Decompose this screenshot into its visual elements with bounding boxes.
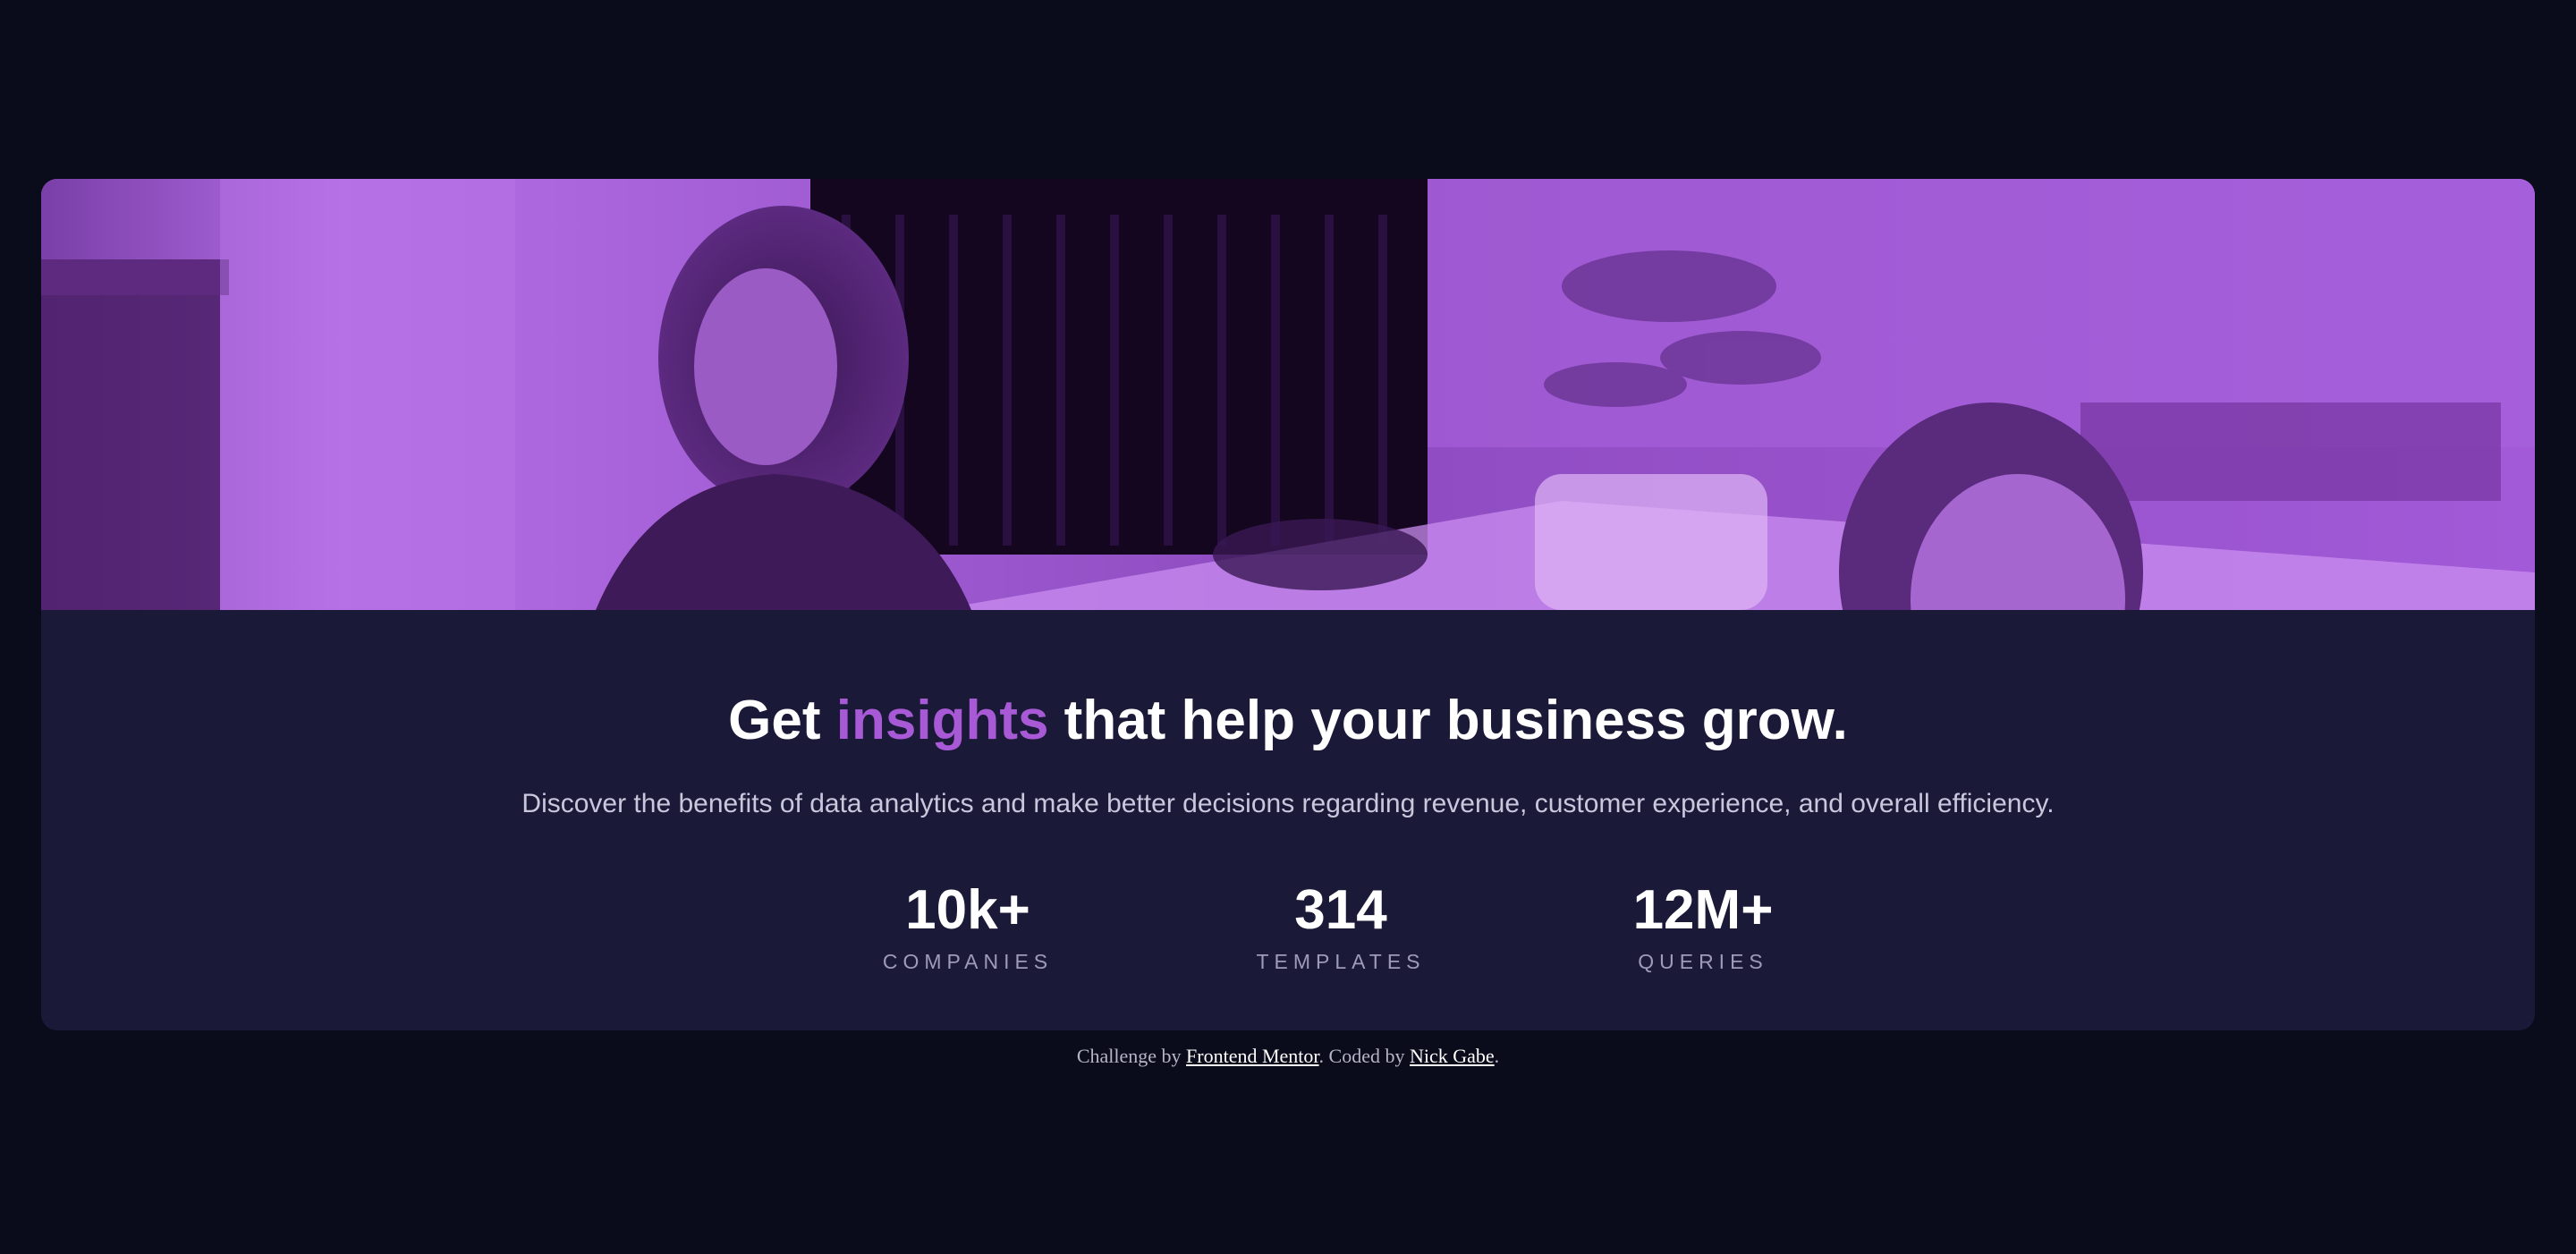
attribution-middle: . Coded by (1318, 1045, 1410, 1067)
stat-value: 10k+ (905, 879, 1030, 941)
subtitle: Discover the benefits of data analytics … (521, 789, 2055, 818)
stat-value: 314 (1294, 879, 1387, 941)
author-link[interactable]: Nick Gabe (1410, 1045, 1495, 1067)
stat-queries: 12M+ Queries (1560, 878, 1846, 974)
stat-companies: 10k+ Companies (825, 878, 1111, 974)
stat-label: Templates (1256, 950, 1426, 973)
office-photo-icon (41, 179, 2535, 610)
headline-accent: insights (835, 690, 1049, 751)
attribution-suffix: . (1494, 1045, 1500, 1067)
stats-preview-card: Get insights that help your business gro… (41, 179, 2535, 1030)
card-content: Get insights that help your business gro… (41, 610, 2535, 1030)
headline: Get insights that help your business gro… (41, 689, 2535, 752)
attribution-prefix: Challenge by (1076, 1045, 1187, 1067)
stat-value: 12M+ (1632, 879, 1774, 941)
headline-after: that help your business grow. (1048, 690, 1848, 751)
stat-label: Queries (1638, 950, 1768, 973)
hero-image (41, 179, 2535, 610)
stat-label: Companies (882, 950, 1054, 973)
stats-row: 10k+ Companies 314 Templates 12M+ Querie… (41, 878, 2535, 986)
frontend-mentor-link[interactable]: Frontend Mentor (1186, 1045, 1319, 1067)
headline-before: Get (728, 690, 836, 751)
stat-templates: 314 Templates (1198, 878, 1484, 974)
attribution: Challenge by Frontend Mentor. Coded by N… (0, 1045, 2576, 1068)
